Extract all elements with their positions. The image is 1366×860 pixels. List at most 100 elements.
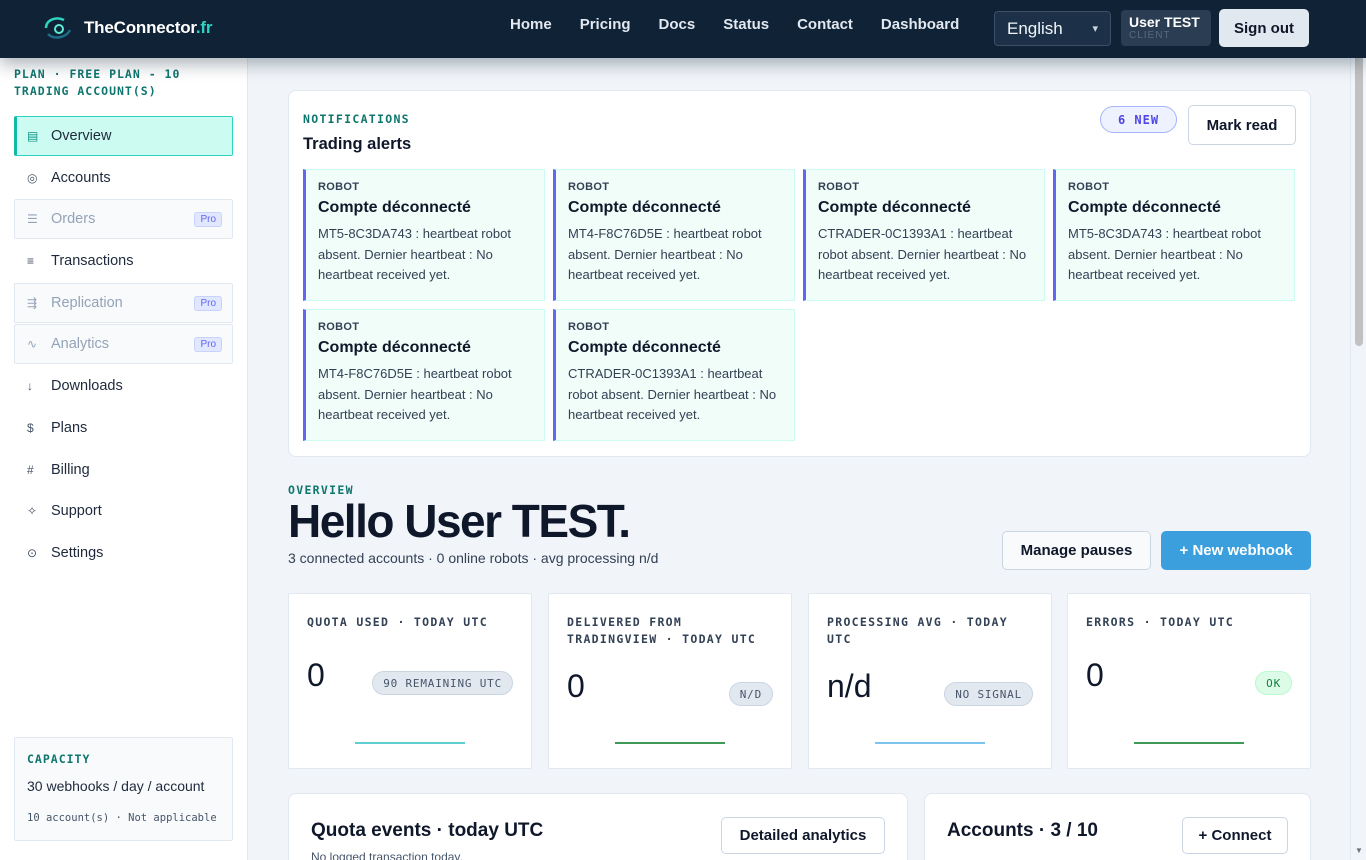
alert-source: ROBOT <box>568 321 610 333</box>
alert-title: Compte déconnecté <box>568 199 721 216</box>
alerts-grid: ROBOT Compte déconnecté MT5-8C3DA743 : hea… <box>303 169 1297 441</box>
new-count-badge: 6 NEW <box>1100 106 1177 133</box>
sidebar-item-label: Analytics <box>51 336 110 353</box>
stat-value: 0 <box>307 657 325 693</box>
alert-message: MT5-8C3DA743 : heartbeat robot absent. D… <box>1068 226 1261 282</box>
accounts-icon: ◎ <box>27 170 38 185</box>
alert-source: ROBOT <box>1068 181 1110 193</box>
sidebar-item-analytics[interactable]: ∿ Analytics Pro <box>14 324 233 365</box>
analytics-icon: ∿ <box>27 337 38 352</box>
stat-card: PROCESSING AVG · TODAY UTC n/d NO SIGNAL <box>808 593 1052 769</box>
sidebar-item-label: Downloads <box>51 378 123 395</box>
stat-value: n/d <box>827 668 872 704</box>
billing-icon: # <box>27 462 34 477</box>
stat-badge: N/D <box>728 682 773 706</box>
chevron-down-icon: ▾ <box>1092 23 1098 35</box>
overview-icon: ▤ <box>27 129 39 143</box>
page-scrollbar[interactable]: ▲ ▼ <box>1350 0 1366 860</box>
scrollbar-thumb[interactable] <box>1355 18 1363 346</box>
notifications-panel: NOTIFICATIONS Trading alerts 6 NEW Mark … <box>288 90 1311 457</box>
quota-events-title: Quota events · today UTC <box>311 820 544 841</box>
manage-pauses-button[interactable]: Manage pauses <box>1002 531 1151 570</box>
sidebar-item-replication[interactable]: ⇶ Replication Pro <box>14 282 233 323</box>
sidebar-menu: ▤ Overview ◎ Accounts ☰ Orders Pro ≡ Transaction… <box>14 116 233 575</box>
stat-sparkline <box>1134 742 1244 744</box>
top-navbar: TheConnector.fr Home Pricing Docs Status… <box>0 0 1366 58</box>
sidebar-item-settings[interactable]: ⊙ Settings <box>14 533 233 573</box>
alert-source: ROBOT <box>818 181 860 193</box>
alert-source: ROBOT <box>318 181 360 193</box>
stat-value: 0 <box>567 668 585 704</box>
user-name: User TEST <box>1129 14 1200 30</box>
alert-card[interactable]: ROBOT Compte déconnecté MT4-F8C76D5E : hea… <box>553 169 795 301</box>
language-select[interactable]: English ▾ <box>994 11 1111 46</box>
nav-link-dashboard[interactable]: Dashboard <box>881 16 959 33</box>
alert-title: Compte déconnecté <box>818 199 971 216</box>
sidebar-item-overview[interactable]: ▤ Overview <box>14 116 233 156</box>
alert-card[interactable]: ROBOT Compte déconnecté CTRADER-0C1393A1 :… <box>803 169 1045 301</box>
sidebar-item-label: Support <box>51 503 102 520</box>
sidebar-item-downloads[interactable]: ↓ Downloads <box>14 366 233 406</box>
nav-link-home[interactable]: Home <box>510 16 552 33</box>
alert-message: MT4-F8C76D5E : heartbeat robot absent. D… <box>318 366 512 422</box>
sidebar-item-label: Overview <box>51 128 112 144</box>
sidebar-item-billing[interactable]: # Billing <box>14 450 233 490</box>
capacity-card: CAPACITY 30 webhooks / day / account 10 … <box>14 737 233 841</box>
sidebar-item-plans[interactable]: $ Plans <box>14 408 233 448</box>
orders-icon: ☰ <box>27 212 38 227</box>
support-icon: ✧ <box>27 504 38 519</box>
accounts-panel: Accounts · 3 / 10 + Connect <box>924 793 1311 860</box>
scroll-down-icon[interactable]: ▼ <box>1355 846 1363 855</box>
alert-message: MT4-F8C76D5E : heartbeat robot absent. D… <box>568 226 762 282</box>
sidebar-item-label: Transactions <box>51 253 134 270</box>
brand[interactable]: TheConnector.fr <box>42 14 213 42</box>
user-badge[interactable]: User TEST CLIENT <box>1121 10 1211 46</box>
nav-link-status[interactable]: Status <box>723 16 769 33</box>
stat-badge: 90 REMAINING UTC <box>372 671 513 695</box>
sidebar-item-transactions[interactable]: ≡ Transactions <box>14 241 233 281</box>
stat-label: DELIVERED FROM TRADINGVIEW · TODAY UTC <box>567 615 757 646</box>
stat-card: DELIVERED FROM TRADINGVIEW · TODAY UTC 0 N… <box>548 593 792 769</box>
stat-label: QUOTA USED · TODAY UTC <box>307 615 488 629</box>
alert-card[interactable]: ROBOT Compte déconnecté CTRADER-0C1393A1 :… <box>553 309 795 441</box>
connect-account-button[interactable]: + Connect <box>1182 817 1288 854</box>
stat-value: 0 <box>1086 657 1104 693</box>
settings-icon: ⊙ <box>27 545 38 560</box>
alert-card[interactable]: ROBOT Compte déconnecté MT5-8C3DA743 : hea… <box>1053 169 1295 301</box>
alert-source: ROBOT <box>568 181 610 193</box>
sidebar-item-label: Accounts <box>51 169 111 186</box>
alert-source: ROBOT <box>318 321 360 333</box>
brand-logo-icon <box>42 14 74 42</box>
stat-label: ERRORS · TODAY UTC <box>1086 615 1235 629</box>
sign-out-button[interactable]: Sign out <box>1219 9 1309 47</box>
alert-title: Compte déconnecté <box>318 199 471 216</box>
language-select-value: English <box>1007 18 1063 38</box>
alert-title: Compte déconnecté <box>568 339 721 356</box>
sidebar-item-label: Billing <box>51 461 90 478</box>
alert-card[interactable]: ROBOT Compte déconnecté MT5-8C3DA743 : hea… <box>303 169 545 301</box>
quota-events-subtitle: No logged transaction today. <box>311 850 463 860</box>
alert-title: Compte déconnecté <box>318 339 471 356</box>
nav-link-contact[interactable]: Contact <box>797 16 853 33</box>
alert-message: MT5-8C3DA743 : heartbeat robot absent. D… <box>318 226 511 282</box>
nav-link-docs[interactable]: Docs <box>659 16 696 33</box>
stat-badge: NO SIGNAL <box>944 682 1033 706</box>
alert-message: CTRADER-0C1393A1 : heartbeat robot absen… <box>568 366 777 422</box>
downloads-icon: ↓ <box>27 379 33 394</box>
page-title: Hello User TEST. <box>288 495 631 547</box>
sidebar-item-label: Plans <box>51 419 88 436</box>
sidebar-item-orders[interactable]: ☰ Orders Pro <box>14 199 233 240</box>
capacity-value: 30 webhooks / day / account <box>27 778 205 794</box>
mark-read-button[interactable]: Mark read <box>1188 105 1296 145</box>
stat-sparkline <box>355 742 465 744</box>
nav-link-pricing[interactable]: Pricing <box>580 16 631 33</box>
pro-badge: Pro <box>194 337 222 353</box>
notifications-eyebrow: NOTIFICATIONS <box>303 112 410 126</box>
stat-card: ERRORS · TODAY UTC 0 OK <box>1067 593 1311 769</box>
new-webhook-button[interactable]: + New webhook <box>1161 531 1311 570</box>
sidebar-item-support[interactable]: ✧ Support <box>14 491 233 531</box>
detailed-analytics-button[interactable]: Detailed analytics <box>721 817 885 854</box>
pro-badge: Pro <box>194 295 222 311</box>
sidebar-item-accounts[interactable]: ◎ Accounts <box>14 158 233 198</box>
alert-card[interactable]: ROBOT Compte déconnecté MT4-F8C76D5E : hea… <box>303 309 545 441</box>
